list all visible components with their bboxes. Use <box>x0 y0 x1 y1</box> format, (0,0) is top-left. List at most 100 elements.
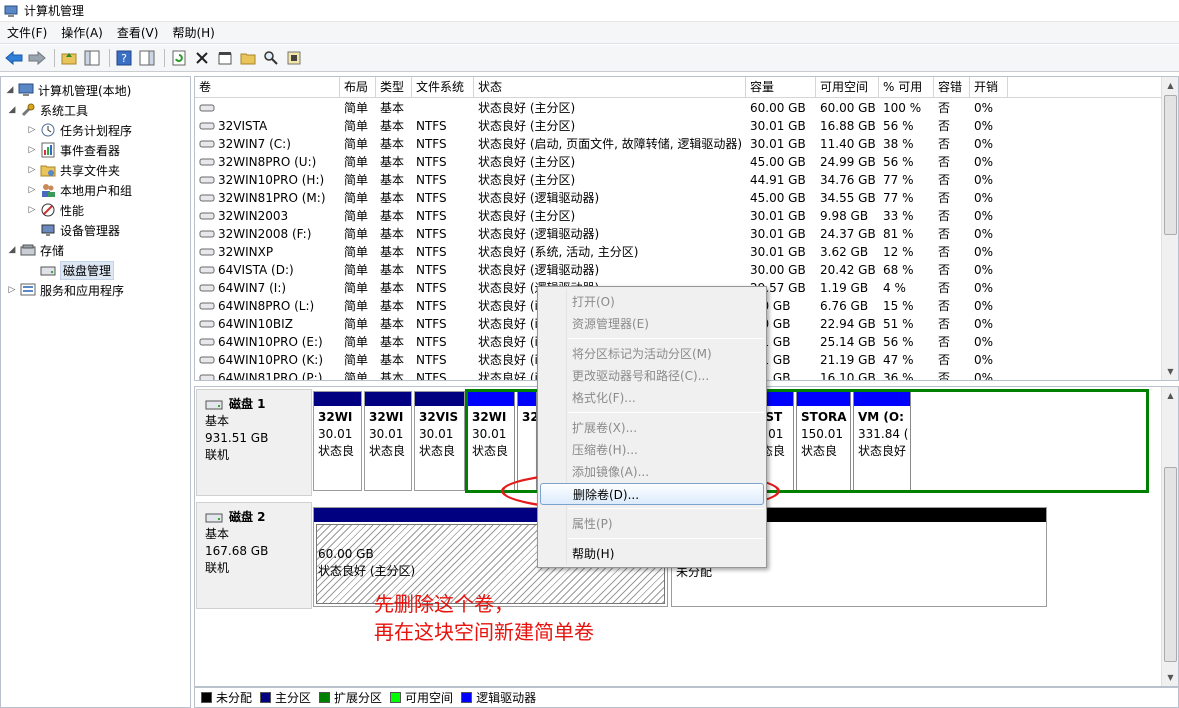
expand-toggle[interactable]: ◢ <box>5 85 15 95</box>
menu-view[interactable]: 查看(V) <box>110 22 166 44</box>
scroll-down-arrow-icon[interactable]: ▼ <box>1162 363 1178 380</box>
volume-list-scrollbar[interactable]: ▲ ▼ <box>1161 77 1178 380</box>
forward-arrow-icon[interactable] <box>27 48 47 68</box>
export-icon[interactable] <box>284 48 304 68</box>
scroll-up-arrow-icon[interactable]: ▲ <box>1162 77 1178 94</box>
refresh-icon[interactable] <box>169 48 189 68</box>
column-header[interactable]: 可用空间 <box>816 77 879 98</box>
disk-1-volume[interactable]: 32VIS 30.01 状态良 <box>414 391 465 491</box>
scroll-up-arrow-icon[interactable]: ▲ <box>1162 387 1178 404</box>
table-cell: 基本 <box>380 137 405 151</box>
table-cell: 0% <box>974 245 994 259</box>
tree-node-shared-folders[interactable]: ▷ 共享文件夹 <box>27 160 120 180</box>
table-row[interactable]: 32WIN81PRO (M:) 简单 基本 NTFS 状态良好 (逻辑驱动器) 45.00… <box>195 189 1008 207</box>
table-cell: 否 <box>938 173 951 187</box>
expand-toggle[interactable]: ▷ <box>27 145 37 155</box>
table-cell: 状态良好 (主分区) <box>478 101 576 115</box>
table-cell: 0% <box>974 173 994 187</box>
tree-node-system-tools[interactable]: ◢ 系统工具 <box>7 100 88 120</box>
expand-toggle[interactable]: ▷ <box>27 185 37 195</box>
column-header[interactable]: 容量 <box>746 77 816 98</box>
table-row[interactable]: 32VISTA 简单 基本 NTFS 状态良好 (主分区) 30.01 GB 16.88 G… <box>195 117 1008 135</box>
tree-node-device-manager[interactable]: 设备管理器 <box>27 220 120 240</box>
context-menu-item: 更改驱动器号和路径(C)... <box>572 369 710 383</box>
legend-label: 逻辑驱动器 <box>476 691 537 705</box>
menu-action[interactable]: 操作(A) <box>54 22 110 44</box>
column-header[interactable]: 容错 <box>934 77 970 98</box>
tree-node-local-users[interactable]: ▷ 本地用户和组 <box>27 180 132 200</box>
disk-1-volume[interactable]: 32WI 30.01 状态良 <box>364 391 412 491</box>
column-header[interactable]: 类型 <box>376 77 412 98</box>
disk-1-info[interactable]: 磁盘 1 基本 931.51 GB 联机 <box>196 389 312 496</box>
properties-pane-icon[interactable] <box>137 48 157 68</box>
table-row[interactable]: 简单 基本 状态良好 (主分区) 60.00 GB 60.00 GB 100 % 否 0% <box>195 99 1008 117</box>
column-header[interactable]: % 可用 <box>879 77 934 98</box>
tree-node-storage[interactable]: ◢ 存储 <box>7 240 64 260</box>
table-cell: 基本 <box>380 371 405 381</box>
table-row[interactable]: 32WIN8PRO (U:) 简单 基本 NTFS 状态良好 (主分区) 45.00 GB… <box>195 153 1008 171</box>
column-header[interactable]: 开销 <box>970 77 1008 98</box>
table-cell: NTFS <box>416 335 447 349</box>
table-row[interactable]: 32WINXP 简单 基本 NTFS 状态良好 (系统, 活动, 主分区) 30.01 G… <box>195 243 1008 261</box>
table-row[interactable]: 32WIN7 (C:) 简单 基本 NTFS 状态良好 (启动, 页面文件, 故障转储,… <box>195 135 1008 153</box>
disk-2-info[interactable]: 磁盘 2 基本 167.68 GB 联机 <box>196 502 312 609</box>
show-hide-tree-icon[interactable] <box>82 48 102 68</box>
expand-toggle[interactable]: ◢ <box>7 105 17 115</box>
table-row[interactable]: 32WIN10PRO (H:) 简单 基本 NTFS 状态良好 (主分区) 44.91 G… <box>195 171 1008 189</box>
tree-node-services-apps[interactable]: ▷ 服务和应用程序 <box>7 280 124 300</box>
table-row[interactable]: 64VISTA (D:) 简单 基本 NTFS 状态良好 (逻辑驱动器) 30.00 GB… <box>195 261 1008 279</box>
table-cell: 33 % <box>883 209 914 223</box>
column-header[interactable]: 状态 <box>474 77 746 98</box>
context-menu-item[interactable]: 删除卷(D)... <box>540 483 764 505</box>
scroll-down-arrow-icon[interactable]: ▼ <box>1162 669 1178 686</box>
tree-node-performance[interactable]: ▷ 性能 <box>27 200 84 220</box>
search-icon[interactable] <box>261 48 281 68</box>
tree-node-task-scheduler[interactable]: ▷ 任务计划程序 <box>27 120 132 140</box>
column-header[interactable]: 卷 <box>195 77 340 98</box>
table-row[interactable]: 32WIN2008 (F:) 简单 基本 NTFS 状态良好 (逻辑驱动器) 30.01 … <box>195 225 1008 243</box>
disk-1-volume[interactable]: 32WI 30.01 状态良 <box>467 391 515 491</box>
volume-drive-icon <box>199 374 215 380</box>
disk-1-volume[interactable]: 32WI 30.01 状态良 <box>313 391 362 491</box>
table-cell: 基本 <box>380 335 405 349</box>
expand-toggle[interactable]: ▷ <box>27 125 37 135</box>
tree-node-computer-management[interactable]: ◢ 计算机管理(本地) <box>5 80 131 100</box>
table-cell: 56 % <box>883 155 914 169</box>
column-header[interactable]: 文件系统 <box>412 77 474 98</box>
context-menu-item: 资源管理器(E) <box>572 317 649 331</box>
table-cell: 简单 <box>344 101 369 115</box>
table-cell: 32WIN2003 <box>195 207 340 225</box>
menu-help[interactable]: 帮助(H) <box>165 22 221 44</box>
legend-label: 扩展分区 <box>334 691 383 705</box>
volume-size: 30.01 <box>369 427 404 441</box>
disk-1-volume[interactable]: VM (O: 331.84 (状态良好 <box>853 391 911 491</box>
open-folder-icon[interactable] <box>238 48 258 68</box>
back-arrow-icon[interactable] <box>4 48 24 68</box>
context-menu-item: 将分区标记为活动分区(M) <box>572 347 712 361</box>
table-row[interactable]: 32WIN2003 简单 基本 NTFS 状态良好 (主分区) 30.01 GB 9.98 … <box>195 207 1008 225</box>
context-menu-item: 压缩卷(H)... <box>572 443 638 457</box>
properties-icon[interactable] <box>215 48 235 68</box>
up-folder-icon[interactable] <box>59 48 79 68</box>
scrollbar-thumb[interactable] <box>1164 95 1177 235</box>
disk-1-volume[interactable]: STORA 150.01 状态良 <box>796 391 851 491</box>
table-cell: 0% <box>974 209 994 223</box>
expand-toggle[interactable]: ▷ <box>27 205 37 215</box>
delete-x-icon[interactable] <box>192 48 212 68</box>
help-icon[interactable]: ? <box>114 48 134 68</box>
expand-toggle[interactable]: ◢ <box>7 245 17 255</box>
expand-toggle[interactable]: ▷ <box>27 165 37 175</box>
table-cell: 24.99 GB <box>820 155 876 169</box>
menu-file[interactable]: 文件(F) <box>0 22 54 44</box>
table-cell: 15 % <box>883 299 914 313</box>
table-cell: 64WIN7 (I:) <box>195 279 340 297</box>
column-header[interactable]: 布局 <box>340 77 376 98</box>
disk-view-scrollbar[interactable]: ▲ ▼ <box>1161 387 1178 686</box>
volume-drive-icon <box>199 122 215 130</box>
expand-toggle[interactable]: ▷ <box>7 285 17 295</box>
context-menu-item[interactable]: 帮助(H) <box>540 543 764 565</box>
scrollbar-thumb[interactable] <box>1164 467 1177 662</box>
tree-node-event-viewer[interactable]: ▷ 事件查看器 <box>27 140 120 160</box>
table-cell: 64WIN81PRO (P:) <box>195 369 340 380</box>
tree-node-disk-management[interactable]: 磁盘管理 <box>27 260 115 280</box>
